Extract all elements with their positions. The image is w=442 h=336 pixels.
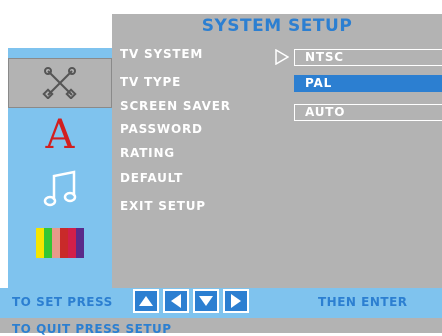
arrow-down-icon (199, 296, 213, 306)
option-auto[interactable]: AUTO (294, 104, 442, 121)
color-bars-icon (36, 228, 84, 258)
quit-text: TO QUIT PRESS SETUP (12, 322, 172, 336)
arrow-up-icon (139, 296, 153, 306)
music-note-icon (43, 170, 77, 207)
right-button[interactable] (223, 289, 249, 313)
option-pal[interactable]: PAL (294, 75, 442, 92)
page-title: SYSTEM SETUP (201, 16, 353, 36)
menu-item-exit-setup[interactable]: EXIT SETUP (120, 199, 206, 213)
sidebar-item-video[interactable] (8, 218, 112, 268)
left-button[interactable] (163, 289, 189, 313)
menu-item-default[interactable]: DEFAULT (120, 171, 183, 185)
menu-item-screen-saver[interactable]: SCREEN SAVER (120, 99, 231, 113)
down-button[interactable] (193, 289, 219, 313)
sidebar-item-language[interactable]: A (8, 110, 112, 160)
arrow-right-icon (231, 294, 241, 308)
option-ntsc[interactable]: NTSC (294, 49, 442, 66)
sidebar-item-general[interactable] (8, 58, 112, 108)
menu-item-tv-system[interactable]: TV SYSTEM (120, 47, 203, 61)
up-button[interactable] (133, 289, 159, 313)
menu-item-password[interactable]: PASSWORD (120, 122, 203, 136)
arrow-left-icon (171, 294, 181, 308)
pointer-icon (275, 49, 289, 65)
set-press-text: TO SET PRESS (12, 295, 113, 309)
tools-icon (42, 67, 77, 99)
sidebar: A (8, 48, 112, 288)
menu-item-rating[interactable]: RATING (120, 146, 175, 160)
menu-item-tv-type[interactable]: TV TYPE (120, 75, 181, 89)
then-enter-text: THEN ENTER (318, 295, 408, 309)
font-letter-a-icon: A (45, 112, 75, 158)
sidebar-item-audio[interactable] (8, 164, 112, 214)
